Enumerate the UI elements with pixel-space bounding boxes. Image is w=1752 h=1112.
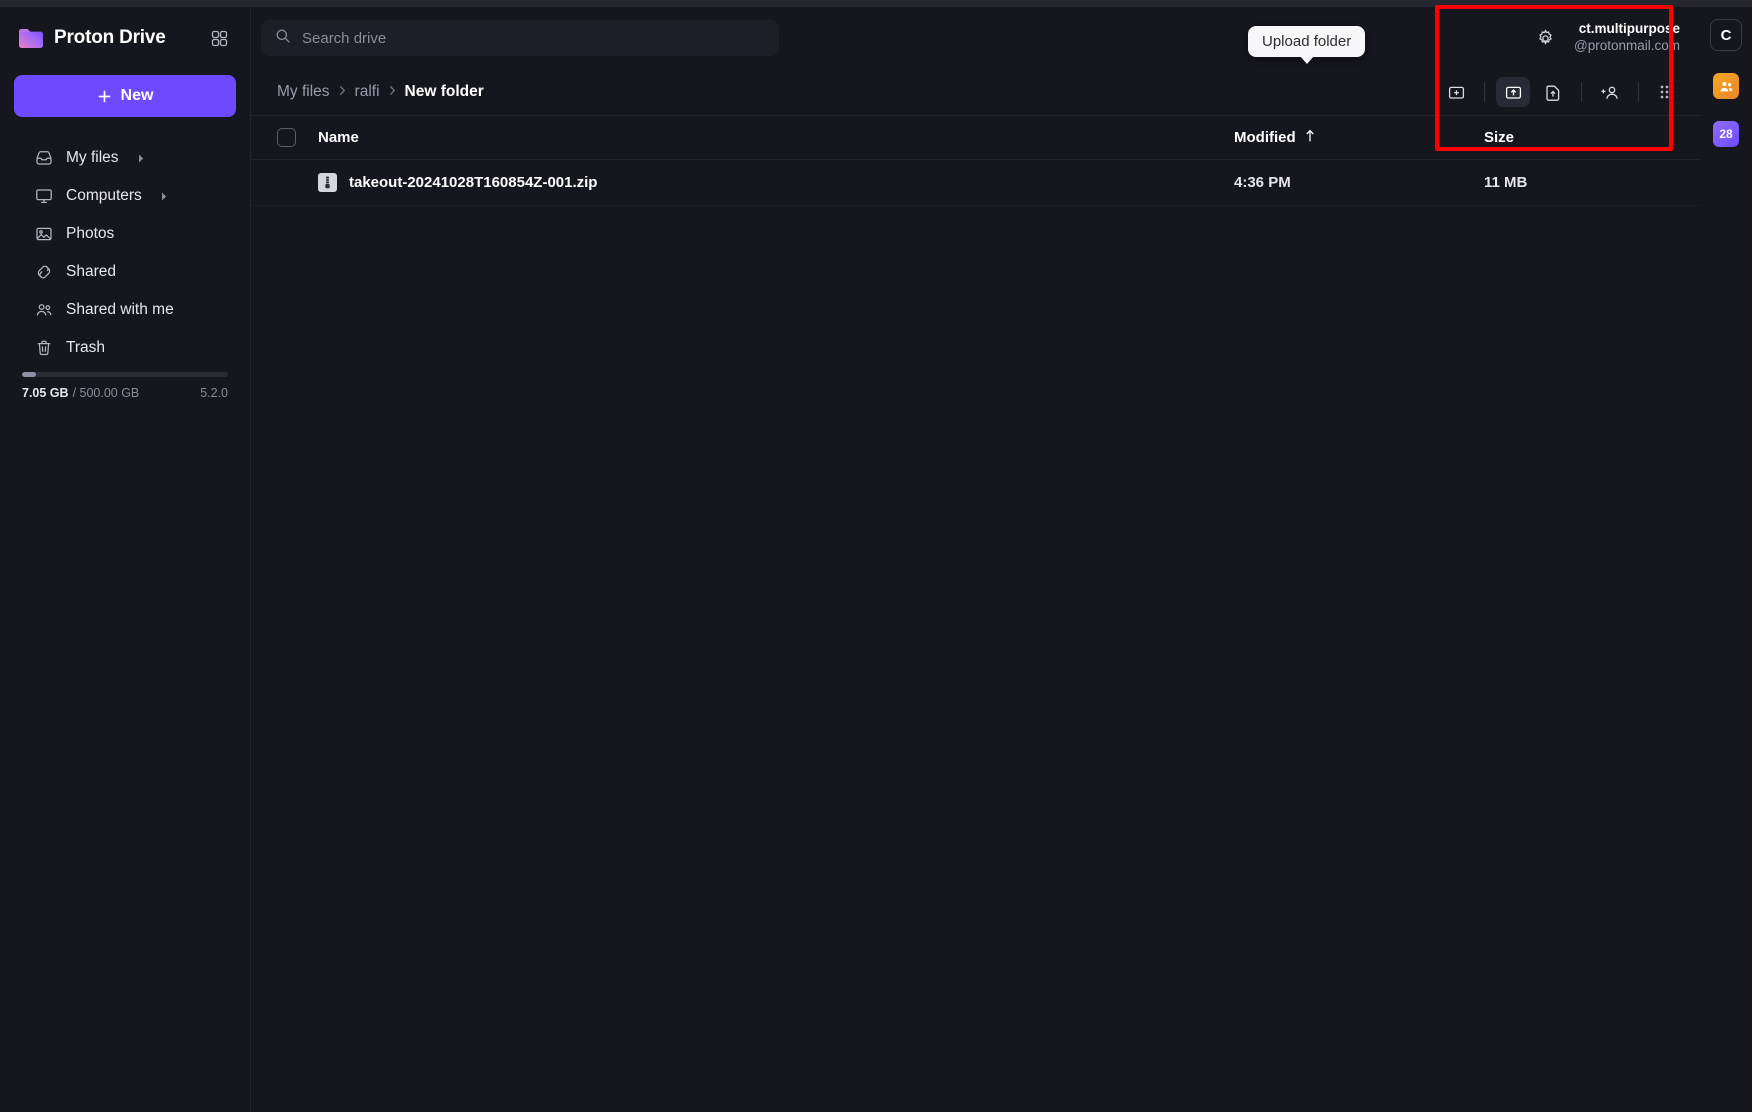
new-button-label: New	[120, 87, 154, 104]
table-row[interactable]: takeout-20241028T160854Z-001.zip 4:36 PM…	[251, 160, 1700, 206]
sidebar-item-label: Computers	[66, 187, 142, 204]
sidebar-nav: My files Computers Photos Shared Shared …	[0, 139, 250, 367]
breadcrumb-current[interactable]: New folder	[405, 83, 484, 101]
file-size: 11 MB	[1484, 174, 1528, 191]
breadcrumb-item-ralfi[interactable]: ralfi	[355, 83, 380, 101]
storage-total-label: / 500.00 GB	[72, 386, 140, 400]
sidebar-item-label: Photos	[66, 225, 115, 242]
apps-grid-icon[interactable]	[206, 25, 232, 51]
column-header-modified[interactable]: Modified	[1234, 129, 1484, 147]
sidebar-item-label: Shared with me	[66, 301, 174, 318]
plus-icon	[98, 90, 110, 102]
sidebar-item-trash[interactable]: Trash	[8, 329, 242, 367]
brand-title: Proton Drive	[54, 27, 166, 48]
sidebar-item-my-files[interactable]: My files	[8, 139, 242, 177]
folder-upload-icon	[1505, 86, 1521, 99]
account-name: ct.multipurpose	[1578, 21, 1680, 37]
sidebar: Proton Drive New My files Computers Phot…	[0, 7, 251, 1112]
top-bar-right: ct.multipurpose @protonmail.com	[1530, 21, 1686, 55]
storage-bar-fill	[22, 372, 36, 377]
breadcrumb-toolbar-row: My files ralfi New folder	[251, 69, 1700, 116]
toolbar-divider	[1581, 82, 1582, 102]
breadcrumb-separator-icon	[339, 85, 346, 99]
monitor-icon	[34, 187, 53, 206]
apps-dots-icon[interactable]	[1650, 77, 1684, 107]
storage-used-label: 7.05 GB	[22, 386, 69, 400]
brand-row: Proton Drive	[0, 7, 250, 69]
gear-icon[interactable]	[1530, 23, 1560, 53]
column-header-name[interactable]: Name	[318, 129, 1234, 146]
avatar[interactable]: C	[1710, 19, 1742, 51]
image-icon	[34, 225, 53, 244]
search-input[interactable]: Search drive	[261, 20, 779, 56]
column-header-size[interactable]: Size	[1484, 129, 1684, 146]
file-modified: 4:36 PM	[1234, 174, 1291, 191]
window-chrome-strip	[0, 0, 1752, 7]
app-version-label: 5.2.0	[200, 386, 228, 400]
chevron-right-icon[interactable]	[160, 191, 169, 202]
proton-drive-logo-icon	[18, 27, 44, 49]
calendar-app-icon[interactable]: 28	[1713, 121, 1739, 147]
apps-dots-glyph	[1660, 85, 1674, 99]
storage-bar-track	[22, 372, 228, 377]
main-content: Search drive ct.multipurpose @protonmail…	[251, 7, 1700, 1112]
top-bar: Search drive ct.multipurpose @protonmail…	[251, 7, 1700, 69]
search-icon	[275, 28, 291, 49]
sidebar-item-label: My files	[66, 149, 119, 166]
account-info[interactable]: ct.multipurpose @protonmail.com	[1574, 21, 1680, 55]
toolbar-divider	[1484, 82, 1485, 102]
storage-meter: 7.05 GB / 500.00 GB 5.2.0	[0, 372, 250, 400]
breadcrumb: My files ralfi New folder	[277, 83, 484, 101]
action-toolbar	[1439, 77, 1684, 107]
table-header: Name Modified Size	[251, 116, 1700, 160]
sidebar-item-shared[interactable]: Shared	[8, 253, 242, 291]
column-header-modified-label: Modified	[1234, 129, 1296, 146]
sidebar-item-shared-with-me[interactable]: Shared with me	[8, 291, 242, 329]
sidebar-item-photos[interactable]: Photos	[8, 215, 242, 253]
link-icon	[34, 263, 53, 282]
zip-file-icon	[318, 173, 337, 192]
storage-labels: 7.05 GB / 500.00 GB 5.2.0	[22, 386, 228, 400]
proton-drive-window: Proton Drive New My files Computers Phot…	[0, 0, 1752, 1112]
upload-file-button[interactable]	[1536, 77, 1570, 107]
right-rail: C 28	[1700, 7, 1752, 1112]
sidebar-item-label: Shared	[66, 263, 116, 280]
person-add-icon	[1601, 86, 1618, 99]
toolbar-divider	[1638, 82, 1639, 102]
search-placeholder: Search drive	[302, 29, 387, 47]
share-button[interactable]	[1593, 77, 1627, 107]
chevron-right-icon[interactable]	[137, 153, 146, 164]
sidebar-item-computers[interactable]: Computers	[8, 177, 242, 215]
breadcrumb-separator-icon	[389, 85, 396, 99]
people-icon	[34, 301, 53, 320]
sidebar-item-label: Trash	[66, 339, 106, 356]
account-email: @protonmail.com	[1574, 38, 1680, 53]
breadcrumb-item-my-files[interactable]: My files	[277, 83, 330, 101]
file-upload-icon	[1545, 85, 1559, 101]
upload-folder-button[interactable]	[1496, 77, 1530, 107]
new-button[interactable]: New	[14, 75, 236, 117]
file-name: takeout-20241028T160854Z-001.zip	[349, 174, 598, 191]
contacts-app-icon[interactable]	[1713, 73, 1739, 99]
arrow-up-icon	[1304, 129, 1316, 147]
file-name-cell: takeout-20241028T160854Z-001.zip	[318, 173, 1234, 192]
inbox-icon	[34, 149, 53, 168]
new-folder-button[interactable]	[1439, 77, 1473, 107]
upload-folder-tooltip: Upload folder	[1248, 26, 1366, 64]
folder-plus-icon	[1448, 86, 1464, 99]
select-all-checkbox[interactable]	[277, 128, 296, 147]
trash-icon	[34, 339, 53, 358]
